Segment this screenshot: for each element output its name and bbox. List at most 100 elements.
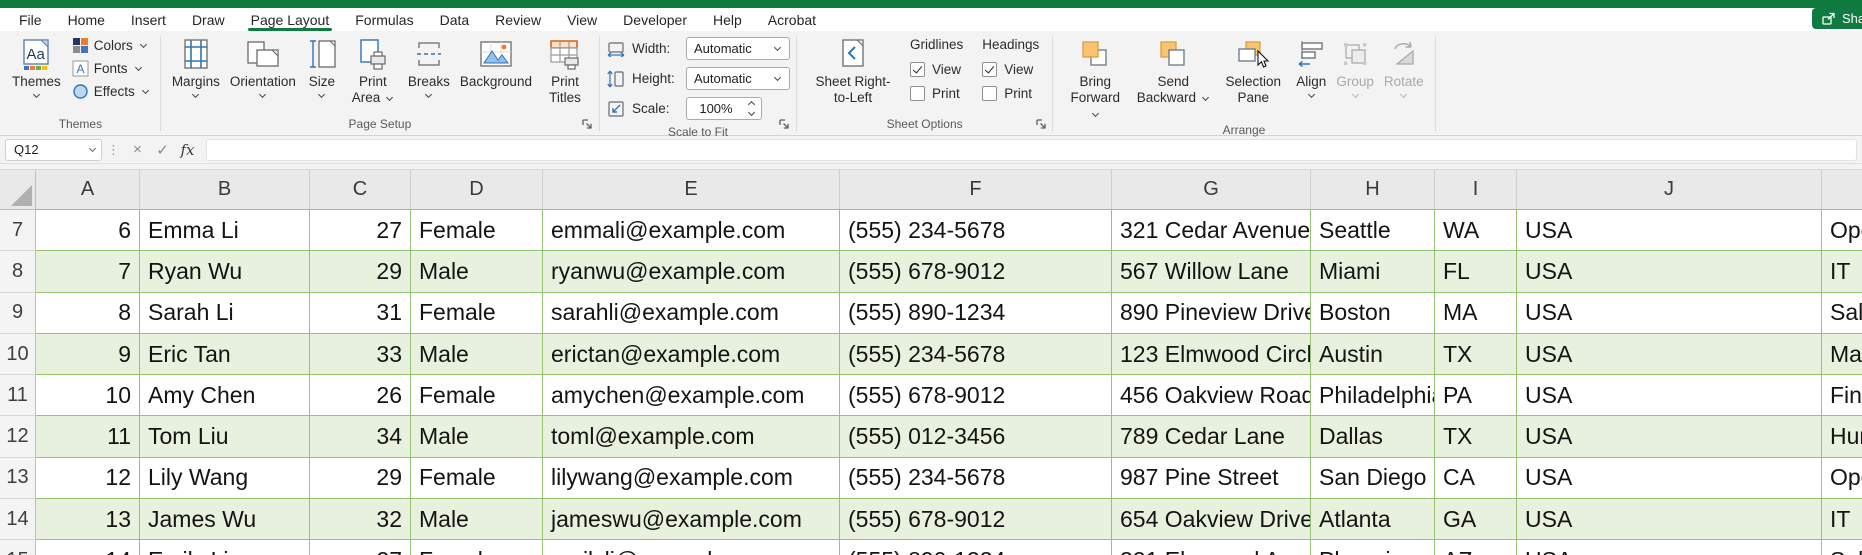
- cell-K11[interactable]: Finance: [1822, 375, 1862, 417]
- cell-C15[interactable]: 27: [310, 540, 411, 555]
- cell-G7[interactable]: 321 Cedar Avenue: [1112, 210, 1311, 252]
- tab-data[interactable]: Data: [427, 8, 483, 31]
- column-header-F[interactable]: F: [840, 170, 1112, 210]
- cell-J11[interactable]: USA: [1517, 375, 1822, 417]
- group-button[interactable]: Group: [1331, 34, 1379, 99]
- column-header-A[interactable]: A: [36, 170, 140, 210]
- cell-I13[interactable]: CA: [1435, 457, 1517, 500]
- cell-D13[interactable]: Female: [411, 457, 543, 500]
- column-header-B[interactable]: B: [140, 170, 310, 210]
- column-header-K[interactable]: K: [1822, 170, 1862, 210]
- cell-J8[interactable]: USA: [1517, 251, 1822, 293]
- insert-function-icon[interactable]: fx: [175, 141, 200, 159]
- cell-D9[interactable]: Female: [411, 292, 543, 334]
- cell-A13[interactable]: 12: [36, 457, 140, 500]
- cell-H7[interactable]: Seattle: [1311, 210, 1435, 252]
- cell-E13[interactable]: lilywang@example.com: [543, 457, 840, 500]
- themes-button[interactable]: Aa Themes: [7, 34, 66, 99]
- cell-F15[interactable]: (555) 890-1234: [840, 540, 1112, 555]
- cell-F10[interactable]: (555) 234-5678: [840, 333, 1112, 376]
- enter-icon[interactable]: ✓: [150, 141, 175, 159]
- cell-C7[interactable]: 27: [310, 210, 411, 252]
- row-header-15[interactable]: 15: [0, 540, 36, 555]
- cell-K8[interactable]: IT: [1822, 251, 1862, 293]
- cell-E10[interactable]: erictan@example.com: [543, 333, 840, 376]
- cancel-icon[interactable]: ×: [125, 141, 150, 158]
- colors-button[interactable]: Colors: [68, 34, 154, 57]
- column-header-E[interactable]: E: [543, 170, 840, 210]
- tab-file[interactable]: File: [6, 8, 55, 31]
- cell-F8[interactable]: (555) 678-9012: [840, 251, 1112, 293]
- cell-F7[interactable]: (555) 234-5678: [840, 210, 1112, 252]
- send-backward-button[interactable]: Send Backward: [1131, 34, 1215, 106]
- cell-K14[interactable]: IT: [1822, 499, 1862, 541]
- cell-I15[interactable]: AZ: [1435, 540, 1517, 555]
- row-header-14[interactable]: 14: [0, 499, 36, 541]
- selection-pane-button[interactable]: Selection Pane: [1215, 34, 1291, 106]
- cell-E7[interactable]: emmali@example.com: [543, 210, 840, 252]
- effects-button[interactable]: Effects: [68, 80, 154, 103]
- cell-K9[interactable]: Sales: [1822, 292, 1862, 334]
- tab-help[interactable]: Help: [700, 8, 755, 31]
- cell-E12[interactable]: toml@example.com: [543, 416, 840, 458]
- cell-F14[interactable]: (555) 678-9012: [840, 499, 1112, 541]
- column-header-I[interactable]: I: [1435, 170, 1517, 210]
- size-button[interactable]: Size: [301, 34, 343, 99]
- scale-to-fit-dialog-launcher-icon[interactable]: [777, 116, 792, 131]
- row-header-12[interactable]: 12: [0, 416, 36, 458]
- cell-A7[interactable]: 6: [36, 210, 140, 252]
- cell-A8[interactable]: 7: [36, 251, 140, 293]
- bring-forward-button[interactable]: Bring Forward: [1059, 34, 1131, 122]
- cell-C12[interactable]: 34: [310, 416, 411, 458]
- cell-D12[interactable]: Male: [411, 416, 543, 458]
- cell-G13[interactable]: 987 Pine Street: [1112, 457, 1311, 500]
- cell-H14[interactable]: Atlanta: [1311, 499, 1435, 541]
- cell-I11[interactable]: PA: [1435, 375, 1517, 417]
- height-dropdown[interactable]: Automatic: [685, 67, 790, 90]
- cell-B9[interactable]: Sarah Li: [140, 292, 310, 334]
- scale-spinner[interactable]: 100%: [685, 97, 762, 120]
- page-setup-dialog-launcher-icon[interactable]: [580, 116, 595, 131]
- cell-B12[interactable]: Tom Liu: [140, 416, 310, 458]
- cell-F12[interactable]: (555) 012-3456: [840, 416, 1112, 458]
- tab-acrobat[interactable]: Acrobat: [755, 8, 829, 31]
- cell-B10[interactable]: Eric Tan: [140, 333, 310, 376]
- cell-J7[interactable]: USA: [1517, 210, 1822, 252]
- cell-C13[interactable]: 29: [310, 457, 411, 500]
- print-titles-button[interactable]: Print Titles: [537, 34, 593, 106]
- cell-E11[interactable]: amychen@example.com: [543, 375, 840, 417]
- cell-E9[interactable]: sarahli@example.com: [543, 292, 840, 334]
- cell-G12[interactable]: 789 Cedar Lane: [1112, 416, 1311, 458]
- sheet-options-dialog-launcher-icon[interactable]: [1033, 116, 1048, 131]
- cell-I12[interactable]: TX: [1435, 416, 1517, 458]
- cell-D7[interactable]: Female: [411, 210, 543, 252]
- name-box[interactable]: Q12: [5, 138, 102, 161]
- cell-H10[interactable]: Austin: [1311, 333, 1435, 376]
- cell-H9[interactable]: Boston: [1311, 292, 1435, 334]
- cell-J12[interactable]: USA: [1517, 416, 1822, 458]
- cell-I9[interactable]: MA: [1435, 292, 1517, 334]
- cell-D14[interactable]: Male: [411, 499, 543, 541]
- margins-button[interactable]: Margins: [167, 34, 225, 99]
- cell-E14[interactable]: jameswu@example.com: [543, 499, 840, 541]
- cell-F13[interactable]: (555) 234-5678: [840, 457, 1112, 500]
- cell-C8[interactable]: 29: [310, 251, 411, 293]
- cell-A9[interactable]: 8: [36, 292, 140, 334]
- cell-F11[interactable]: (555) 678-9012: [840, 375, 1112, 417]
- tab-draw[interactable]: Draw: [179, 8, 238, 31]
- row-header-11[interactable]: 11: [0, 375, 36, 417]
- tab-insert[interactable]: Insert: [118, 8, 179, 31]
- column-header-D[interactable]: D: [411, 170, 543, 210]
- cell-G15[interactable]: 321 Elmwood Avenue: [1112, 540, 1311, 555]
- cell-J13[interactable]: USA: [1517, 457, 1822, 500]
- gridlines-view-checkbox[interactable]: [909, 62, 925, 77]
- orientation-button[interactable]: Orientation: [225, 34, 301, 99]
- cell-H13[interactable]: San Diego: [1311, 457, 1435, 500]
- gridlines-print-checkbox[interactable]: [909, 86, 925, 101]
- tab-formulas[interactable]: Formulas: [342, 8, 426, 31]
- cell-K12[interactable]: Human Resources: [1822, 416, 1862, 458]
- cell-K15[interactable]: Sales: [1822, 540, 1862, 555]
- cell-J14[interactable]: USA: [1517, 499, 1822, 541]
- tab-home[interactable]: Home: [55, 8, 118, 31]
- cell-C9[interactable]: 31: [310, 292, 411, 334]
